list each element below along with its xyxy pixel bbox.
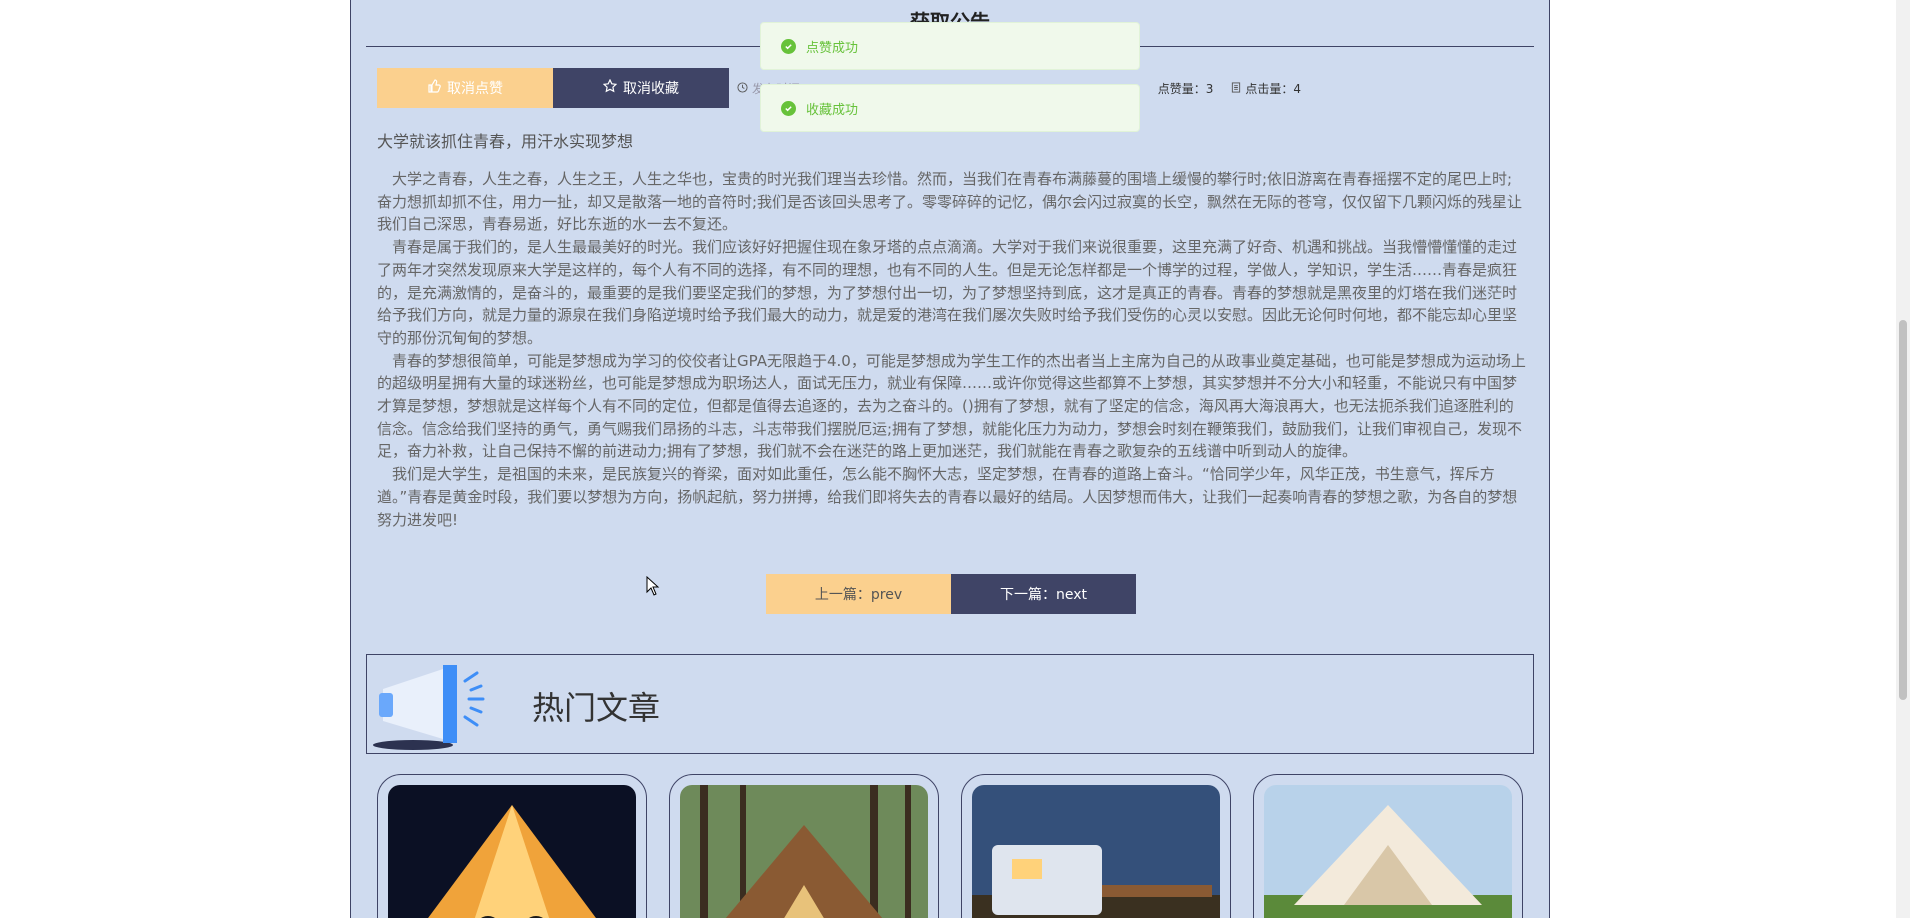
article-content: 大学之青春，人生之春，人生之王，人生之华也，宝贵的时光我们理当去珍惜。然而，当我…	[377, 168, 1527, 531]
hot-articles-title: 热门文章	[532, 689, 661, 727]
mouse-cursor-icon	[646, 575, 660, 600]
like-count-text: 点赞量：3	[1157, 82, 1214, 96]
like-count: 点赞量：3	[1158, 80, 1214, 97]
hot-article-card[interactable]	[1253, 774, 1523, 918]
view-count-text: 点击量：4	[1245, 82, 1302, 96]
white-tent-image	[1264, 785, 1512, 918]
caravan-image	[972, 785, 1220, 918]
toast-text: 点赞成功	[806, 40, 859, 56]
page-scrollbar[interactable]	[1896, 0, 1910, 918]
like-success-toast: 点赞成功	[760, 22, 1140, 70]
view-count: 点击量：4	[1231, 80, 1301, 97]
unlike-button[interactable]: 取消点赞	[377, 68, 553, 108]
check-circle-icon	[781, 100, 796, 116]
check-circle-icon	[781, 38, 796, 54]
hot-article-card[interactable]	[377, 774, 647, 918]
favorite-success-toast: 收藏成功	[760, 84, 1140, 132]
document-icon	[1231, 81, 1241, 96]
next-article-button[interactable]: 下一篇：next	[951, 574, 1136, 614]
clock-icon	[737, 81, 748, 96]
content-paragraph: 青春是属于我们的，是人生最最美好的时光。我们应该好好把握住现在象牙塔的点点滴滴。…	[377, 238, 1518, 347]
article-subtitle: 大学就该抓住青春，用汗水实现梦想	[377, 132, 634, 151]
megaphone-icon	[373, 659, 493, 757]
hot-articles-header: 热门文章	[366, 654, 1534, 754]
star-icon	[602, 78, 618, 97]
content-paragraph: 青春的梦想很简单，可能是梦想成为学习的佼佼者让GPA无限趋于4.0，可能是梦想成…	[377, 351, 1526, 461]
hot-article-card[interactable]	[669, 774, 939, 918]
unfavorite-button-label: 取消收藏	[623, 81, 679, 97]
unlike-button-label: 取消点赞	[447, 81, 503, 97]
hot-article-card[interactable]	[961, 774, 1231, 918]
forest-cabin-image	[680, 785, 928, 918]
prev-article-button[interactable]: 上一篇：prev	[766, 574, 951, 614]
content-paragraph: 大学之青春，人生之春，人生之王，人生之华也，宝贵的时光我们理当去珍惜。然而，当我…	[377, 170, 1523, 234]
article-page: 获取公告 取消点赞 取消收藏 发布时间：2023-03-10 点赞量：3 点击量…	[350, 0, 1550, 918]
content-paragraph: 我们是大学生，是祖国的未来，是民族复兴的脊梁，面对如此重任，怎么能不胸怀大志，坚…	[377, 465, 1518, 529]
tent-night-image	[388, 785, 636, 918]
unfavorite-button[interactable]: 取消收藏	[553, 68, 729, 108]
scrollbar-thumb[interactable]	[1899, 320, 1907, 700]
toast-text: 收藏成功	[806, 102, 859, 118]
thumb-up-icon	[427, 79, 441, 97]
